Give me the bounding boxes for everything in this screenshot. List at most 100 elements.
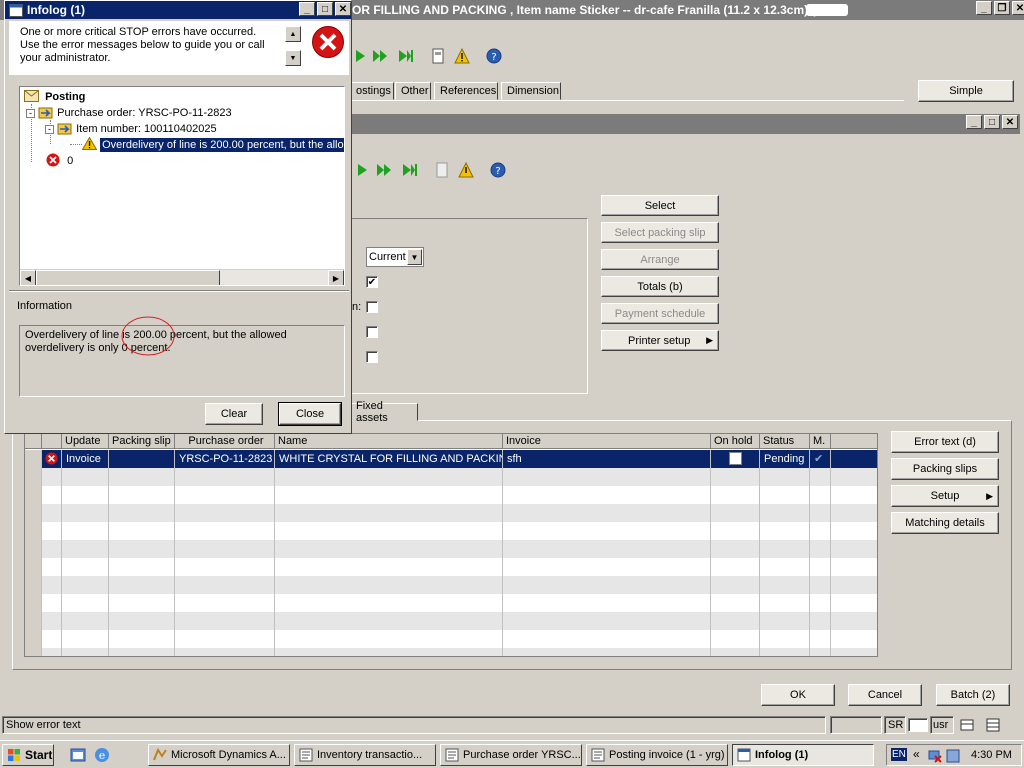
empty-cell[interactable]	[503, 576, 711, 594]
empty-cell[interactable]	[831, 558, 877, 576]
close-dialog-button[interactable]: Close	[278, 402, 342, 426]
column-header-matched[interactable]: M.	[810, 434, 831, 449]
minimize-button[interactable]: _	[966, 115, 982, 129]
empty-cell[interactable]	[503, 630, 711, 648]
empty-cell[interactable]	[275, 540, 503, 558]
row-selector[interactable]	[25, 594, 42, 612]
empty-cell[interactable]	[503, 486, 711, 504]
empty-cell[interactable]	[62, 648, 109, 656]
empty-table-row[interactable]	[25, 576, 877, 594]
empty-table-row[interactable]	[25, 594, 877, 612]
cancel-button[interactable]: Cancel	[848, 684, 922, 706]
empty-cell[interactable]	[109, 522, 175, 540]
last-record-icon[interactable]	[402, 162, 418, 178]
empty-cell[interactable]	[810, 558, 831, 576]
empty-cell[interactable]	[711, 558, 760, 576]
row-selector[interactable]	[25, 612, 42, 630]
tab-dimension[interactable]: Dimension	[501, 82, 561, 100]
empty-cell[interactable]	[831, 504, 877, 522]
empty-cell[interactable]	[109, 486, 175, 504]
empty-table-row[interactable]	[25, 486, 877, 504]
empty-cell[interactable]	[175, 468, 275, 486]
empty-cell[interactable]	[503, 612, 711, 630]
fast-forward-icon[interactable]	[376, 162, 392, 178]
column-header-packing-slip[interactable]: Packing slip	[109, 434, 175, 449]
empty-cell[interactable]	[810, 486, 831, 504]
empty-cell[interactable]	[711, 648, 760, 656]
tab-postings[interactable]: ostings	[350, 82, 394, 100]
tree-node-zero[interactable]: 0	[46, 153, 73, 167]
empty-cell[interactable]	[62, 522, 109, 540]
empty-cell[interactable]	[42, 468, 62, 486]
next-icon[interactable]	[354, 162, 370, 178]
empty-cell[interactable]	[275, 504, 503, 522]
empty-cell[interactable]	[42, 576, 62, 594]
empty-cell[interactable]	[711, 468, 760, 486]
row-selector[interactable]	[25, 504, 42, 522]
horizontal-scrollbar[interactable]: ◀ ▶	[20, 269, 344, 285]
alert-icon[interactable]	[458, 162, 474, 178]
empty-cell[interactable]	[62, 594, 109, 612]
fast-forward-icon[interactable]	[372, 48, 388, 64]
empty-cell[interactable]	[503, 504, 711, 522]
simple-button[interactable]: Simple	[918, 80, 1014, 102]
table-row[interactable]: Invoice YRSC-PO-11-2823 WHITE CRYSTAL FO…	[25, 450, 877, 468]
empty-cell[interactable]	[109, 504, 175, 522]
cell-packing-slip[interactable]	[109, 450, 175, 468]
empty-cell[interactable]	[275, 468, 503, 486]
empty-cell[interactable]	[760, 576, 810, 594]
empty-cell[interactable]	[831, 540, 877, 558]
empty-cell[interactable]	[175, 630, 275, 648]
layout-icon[interactable]	[960, 718, 974, 732]
help-icon[interactable]: ?	[486, 48, 502, 64]
row-selector[interactable]	[25, 468, 42, 486]
empty-table-row[interactable]	[25, 468, 877, 486]
empty-cell[interactable]	[275, 558, 503, 576]
empty-cell[interactable]	[42, 648, 62, 656]
empty-cell[interactable]	[760, 486, 810, 504]
empty-cell[interactable]	[711, 486, 760, 504]
alert-icon[interactable]	[454, 48, 470, 64]
quick-launch-ie-icon[interactable]: e	[94, 747, 110, 763]
empty-table-row[interactable]	[25, 558, 877, 576]
empty-cell[interactable]	[275, 648, 503, 656]
empty-cell[interactable]	[831, 468, 877, 486]
empty-cell[interactable]	[175, 594, 275, 612]
cell-matched[interactable]: ✔	[810, 450, 831, 468]
empty-table-row[interactable]	[25, 648, 877, 656]
empty-table-row[interactable]	[25, 630, 877, 648]
quantity-select[interactable]: Current ▼	[366, 247, 424, 267]
empty-cell[interactable]	[831, 486, 877, 504]
posting-checkbox[interactable]: ✔	[366, 276, 378, 288]
packing-slips-button[interactable]: Packing slips	[891, 458, 999, 480]
batch-button[interactable]: Batch (2)	[936, 684, 1010, 706]
start-button[interactable]: Start	[2, 744, 54, 766]
tree-node-purchase-order[interactable]: - Purchase order: YRSC-PO-11-2823	[26, 105, 232, 119]
empty-cell[interactable]	[810, 648, 831, 656]
empty-cell[interactable]	[831, 612, 877, 630]
empty-cell[interactable]	[109, 612, 175, 630]
empty-cell[interactable]	[711, 540, 760, 558]
document-icon[interactable]	[434, 162, 450, 178]
row-selector[interactable]	[25, 450, 42, 468]
empty-cell[interactable]	[42, 522, 62, 540]
next-icon[interactable]	[352, 48, 368, 64]
close-button[interactable]: ✕	[1012, 1, 1024, 15]
cell-status[interactable]: Pending	[760, 450, 810, 468]
tray-expand-icon[interactable]: «	[913, 747, 920, 761]
tab-fixed-assets[interactable]: Fixed assets	[350, 400, 418, 424]
row-selector[interactable]	[25, 540, 42, 558]
empty-cell[interactable]	[810, 594, 831, 612]
tree-node-warning[interactable]: Overdelivery of line is 200.00 percent, …	[81, 136, 344, 152]
row-selector[interactable]	[25, 576, 42, 594]
column-header-name[interactable]: Name	[275, 434, 503, 449]
empty-cell[interactable]	[42, 630, 62, 648]
empty-cell[interactable]	[109, 576, 175, 594]
option-checkbox-3[interactable]	[366, 326, 378, 338]
empty-cell[interactable]	[175, 540, 275, 558]
empty-cell[interactable]	[831, 594, 877, 612]
maximize-button[interactable]: □	[317, 2, 333, 16]
close-button[interactable]: ✕	[335, 2, 351, 16]
tree-node-item-number[interactable]: - Item number: 100110402025	[45, 121, 217, 135]
empty-cell[interactable]	[831, 648, 877, 656]
